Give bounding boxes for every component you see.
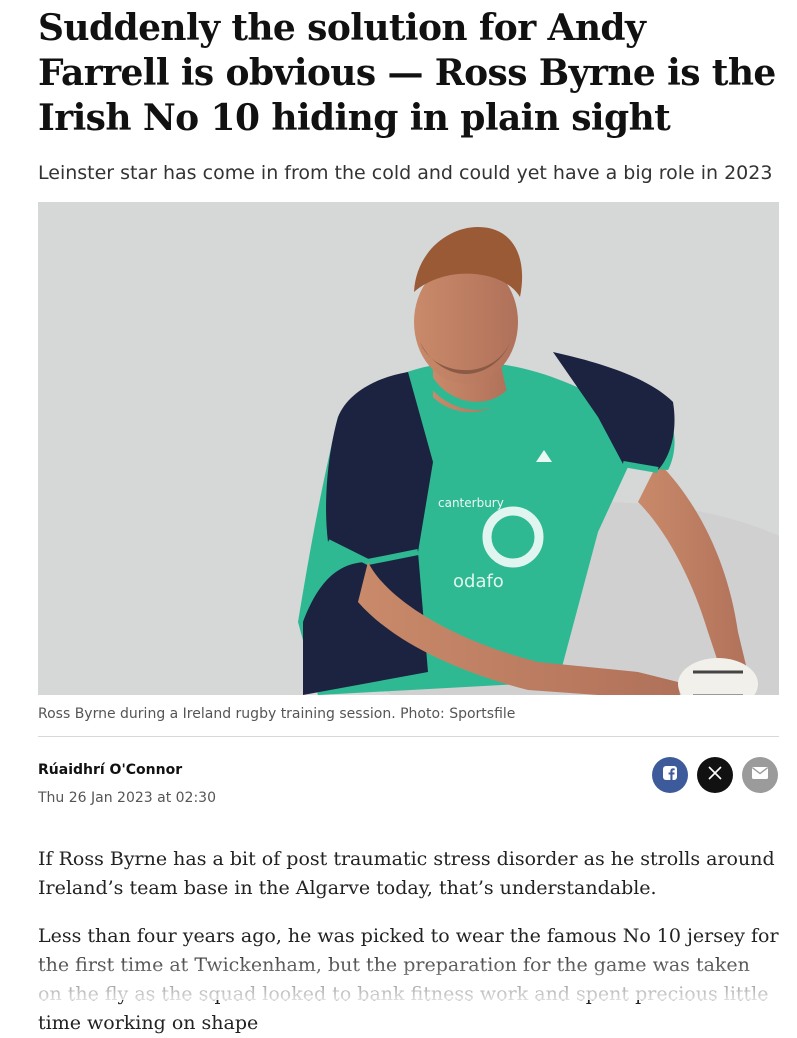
email-icon xyxy=(751,766,769,785)
rugby-player-illustration: odafo canterbury xyxy=(38,202,779,695)
x-icon xyxy=(707,765,723,786)
article-headline: Suddenly the solution for Andy Farrell i… xyxy=(38,7,776,139)
svg-text:canterbury: canterbury xyxy=(438,496,504,510)
article-paragraph: Less than four years ago, he was picked … xyxy=(38,925,779,1034)
article-paragraph: If Ross Byrne has a bit of post traumati… xyxy=(38,848,775,899)
svg-text:odafo: odafo xyxy=(453,571,504,592)
divider xyxy=(38,736,779,737)
image-caption: Ross Byrne during a Ireland rugby traini… xyxy=(38,706,516,722)
author-link[interactable]: Rúaidhrí O'Connor xyxy=(38,762,182,778)
publish-date: Thu 26 Jan 2023 at 02:30 xyxy=(38,790,216,806)
facebook-icon xyxy=(662,765,678,786)
article-standfirst: Leinster star has come in from the cold … xyxy=(38,162,773,184)
share-facebook-button[interactable] xyxy=(652,757,688,793)
article-hero-photo: odafo canterbury xyxy=(38,202,779,695)
share-x-button[interactable] xyxy=(697,757,733,793)
share-email-button[interactable] xyxy=(742,757,778,793)
